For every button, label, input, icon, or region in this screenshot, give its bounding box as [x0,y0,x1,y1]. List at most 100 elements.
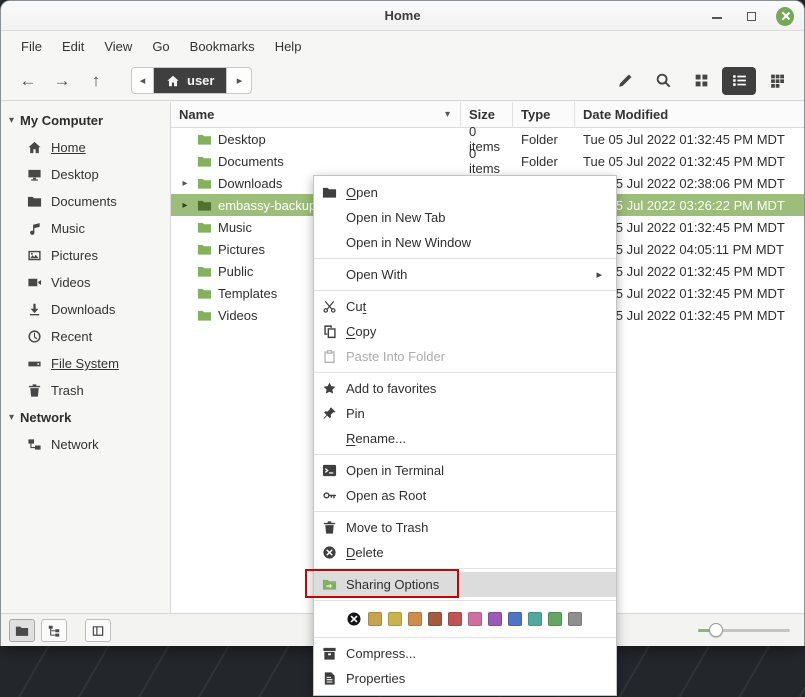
menu-item-cut[interactable]: Cut [314,294,616,319]
location-entry-toggle-button[interactable] [608,67,642,95]
sidebar-item-recent[interactable]: Recent [1,323,170,350]
menu-item-compress[interactable]: Compress... [314,641,616,666]
menu-item-open-in-terminal[interactable]: Open in Terminal [314,458,616,483]
color-swatch[interactable] [548,612,562,626]
clear-color-icon [346,611,362,627]
sidebar-item-downloads[interactable]: Downloads [1,296,170,323]
paste-icon [322,349,337,364]
sidebar-item-desktop[interactable]: Desktop [1,161,170,188]
color-swatch[interactable] [388,612,402,626]
menu-item-add-to-favorites[interactable]: Add to favorites [314,376,616,401]
file-size: 0 items [461,150,513,172]
back-button[interactable]: ← [11,67,45,95]
file-name: Pictures [218,242,265,257]
sidebar-item-home[interactable]: Home [1,134,170,161]
file-name: Videos [218,308,258,323]
column-header-date[interactable]: Date Modified [575,102,804,128]
key-icon [322,488,337,503]
up-button[interactable]: ↑ [79,67,113,95]
menu-item-open-with[interactable]: Open With ▸ [314,262,616,287]
column-header-name[interactable]: Name ▾ [171,102,461,128]
color-swatch[interactable] [508,612,522,626]
maximize-button[interactable] [742,7,760,25]
file-type: Folder [513,150,575,172]
menu-item-rename[interactable]: Rename... [314,426,616,451]
folder-icon [197,198,212,213]
sidebar-section-my-computer[interactable]: ▾ My Computer [1,107,170,134]
file-name: Templates [218,286,277,301]
menu-item-open-in-new-tab[interactable]: Open in New Tab [314,205,616,230]
terminal-icon [322,463,337,478]
menubar-item-file[interactable]: File [11,35,52,58]
zoom-slider-handle[interactable] [709,623,723,637]
sidebar-places-button[interactable] [9,619,35,642]
clear-color-icon[interactable] [346,611,362,627]
expander-icon[interactable]: ▸ [179,200,191,211]
icon-view-button[interactable] [684,67,718,95]
folder-icon [197,176,212,191]
folder-icon [197,308,212,323]
breadcrumb-next-button[interactable]: ▸ [227,67,252,94]
breadcrumb-location-button[interactable]: user [154,67,227,94]
menu-item-copy[interactable]: Copy [314,319,616,344]
documents-icon [27,194,42,209]
file-name: Public [218,264,253,279]
menubar-item-bookmarks[interactable]: Bookmarks [180,35,265,58]
cut-icon [322,299,337,314]
forward-icon: → [54,71,71,91]
menu-item-paste-into-folder: Paste Into Folder [314,344,616,369]
panel-toggle-button[interactable] [85,619,111,642]
sidebar-item-pictures[interactable]: Pictures [1,242,170,269]
network-icon [27,437,42,452]
column-header-type[interactable]: Type [513,102,575,128]
sidebar-item-music[interactable]: Music [1,215,170,242]
file-row-documents[interactable]: Documents 0 items Folder Tue 05 Jul 2022… [171,150,804,172]
menubar-item-go[interactable]: Go [142,35,179,58]
sidebar-item-file-system[interactable]: File System [1,350,170,377]
sidebar-item-videos[interactable]: Videos [1,269,170,296]
folder-icon [197,220,212,235]
sidebar-item-documents[interactable]: Documents [1,188,170,215]
submenu-arrow-icon: ▸ [596,268,606,281]
file-name: Downloads [218,176,282,191]
close-button[interactable] [776,7,794,25]
pin-icon [322,406,337,421]
menubar-item-view[interactable]: View [94,35,142,58]
desktop-icon [27,167,42,182]
color-swatch[interactable] [448,612,462,626]
menu-item-open-as-root[interactable]: Open as Root [314,483,616,508]
menu-item-open[interactable]: Open [314,180,616,205]
breadcrumb-prev-button[interactable]: ◂ [131,67,154,94]
menubar-item-edit[interactable]: Edit [52,35,94,58]
color-swatch[interactable] [468,612,482,626]
zoom-slider[interactable] [698,623,790,637]
menu-item-move-to-trash[interactable]: Move to Trash [314,515,616,540]
menu-item-pin[interactable]: Pin [314,401,616,426]
up-icon: ↑ [92,71,101,91]
compact-view-button[interactable] [760,67,794,95]
sidebar-item-network[interactable]: Network [1,431,170,458]
sidebar-section-network[interactable]: ▾ Network [1,404,170,431]
forward-button[interactable]: → [45,67,79,95]
color-swatch[interactable] [428,612,442,626]
menu-item-properties[interactable]: Properties [314,666,616,691]
menu-item-sharing-options[interactable]: Sharing Options [314,572,616,597]
breadcrumb: ◂ user ▸ [131,67,252,94]
menubar-item-help[interactable]: Help [265,35,312,58]
sidebar-item-trash[interactable]: Trash [1,377,170,404]
color-swatch[interactable] [408,612,422,626]
sidebar-tree-button[interactable] [41,619,67,642]
folder-color-row [314,604,616,634]
minimize-button[interactable] [708,7,726,25]
color-swatch[interactable] [368,612,382,626]
menu-item-delete[interactable]: Delete [314,540,616,565]
expander-icon[interactable]: ▸ [179,178,191,189]
search-button[interactable] [646,67,680,95]
trash-icon [322,520,337,535]
color-swatch[interactable] [568,612,582,626]
menu-item-open-in-new-window[interactable]: Open in New Window [314,230,616,255]
list-view-button[interactable] [722,67,756,95]
file-type: Folder [513,128,575,150]
color-swatch[interactable] [528,612,542,626]
color-swatch[interactable] [488,612,502,626]
